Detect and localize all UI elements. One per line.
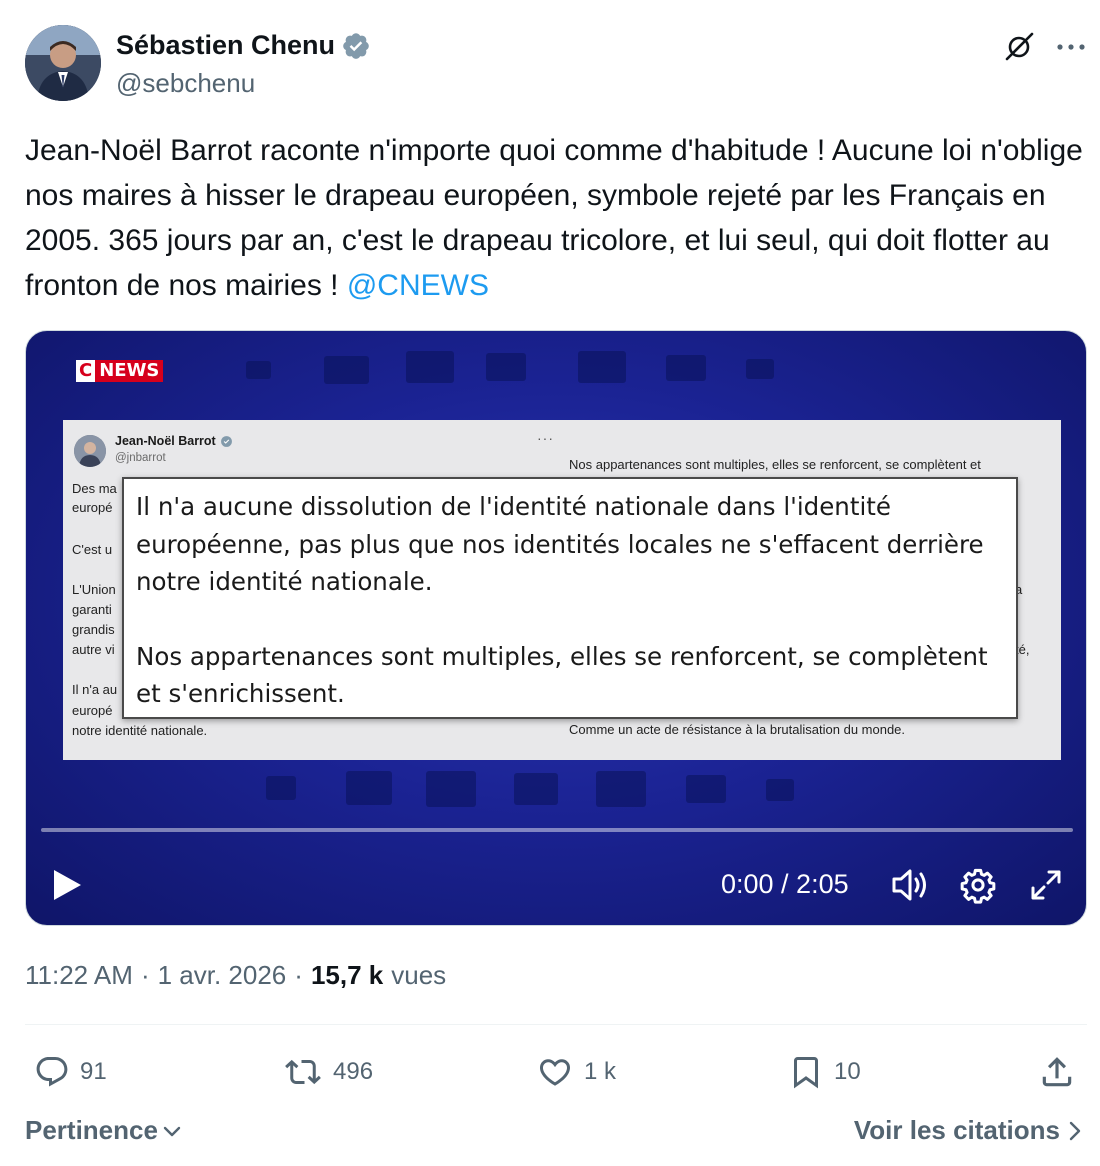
embedded-text-right-bottom: Comme un acte de résistance à la brutali… (569, 722, 906, 737)
embedded-text-fragment: notre identité nationale. (72, 723, 208, 738)
bookmark-count: 10 (834, 1058, 861, 1085)
author-avatar[interactable] (25, 25, 101, 101)
background-tile (746, 359, 774, 379)
background-tile (766, 779, 794, 801)
background-tile (246, 361, 271, 379)
background-tile (578, 351, 626, 383)
embedded-text-fragment: grandis (72, 622, 115, 637)
repost-count: 496 (333, 1058, 374, 1085)
author-name[interactable]: Sébastien Chenu (116, 30, 371, 61)
video-time: 0:00 / 2:05 (721, 869, 849, 899)
share-icon (1042, 1057, 1072, 1087)
verified-badge-icon (343, 32, 369, 59)
background-tile (486, 353, 526, 381)
repost-button[interactable]: 496 (283, 1050, 373, 1094)
views-count[interactable]: 15,7 k (311, 960, 383, 991)
sort-label: Pertinence (25, 1115, 158, 1145)
background-tile (596, 771, 646, 807)
cnews-logo-news: NEWS (95, 360, 164, 382)
background-tile (406, 351, 454, 383)
embedded-text-right-top: Nos appartenances sont multiples, elles … (569, 457, 981, 472)
embedded-text-fragment: L'Union (72, 582, 116, 597)
bookmark-button[interactable]: 10 (788, 1050, 861, 1094)
embedded-text-fragment: autre vi (72, 642, 115, 657)
repost-icon (285, 1059, 321, 1085)
divider (25, 1024, 1087, 1025)
like-count: 1 k (584, 1058, 617, 1085)
embedded-text-fragment: garanti (72, 602, 112, 617)
chevron-down-icon (163, 1126, 181, 1136)
embedded-text-fragment: europé (72, 500, 113, 515)
embedded-text-fragment: C'est u (72, 542, 113, 557)
tweet-text: Jean-Noël Barrot raconte n'importe quoi … (25, 128, 1085, 308)
cnews-logo: C NEWS (76, 360, 164, 382)
author-handle[interactable]: @sebchenu (116, 68, 255, 99)
embedded-author-name: Jean-Noël Barrot (115, 434, 233, 448)
video-progress-bar[interactable] (41, 828, 1073, 832)
background-tile (426, 771, 476, 807)
embedded-text-fragment: Des ma (72, 481, 117, 496)
tweet-time[interactable]: 11:22 AM (25, 960, 133, 991)
view-quotes-link[interactable]: Voir les citations (854, 1115, 1082, 1146)
heart-icon (539, 1059, 571, 1086)
meta-separator: · (294, 960, 303, 990)
share-button[interactable] (1038, 1050, 1076, 1094)
tweet-body: Jean-Noël Barrot raconte n'importe quoi … (25, 134, 1083, 302)
like-button[interactable]: 1 k (536, 1050, 616, 1094)
tweet-date[interactable]: 1 avr. 2026 (158, 960, 287, 991)
reply-button[interactable]: 91 (34, 1050, 107, 1094)
view-quotes-label: Voir les citations (853, 1115, 1060, 1145)
embedded-text-fragment: europé (72, 703, 113, 718)
grok-icon[interactable] (1000, 28, 1038, 66)
embedded-avatar (74, 435, 106, 467)
cnews-logo-c: C (76, 360, 96, 382)
reply-count: 91 (80, 1058, 107, 1085)
caption-paragraph-1: Il n'a aucune dissolution de l'identité … (136, 492, 984, 596)
volume-icon[interactable] (890, 866, 930, 904)
more-options-icon[interactable] (1052, 28, 1090, 66)
reply-icon (36, 1057, 68, 1087)
tweet-meta: 11:22 AM · 1 avr. 2026 · 15,7 k vues (25, 960, 446, 991)
sort-dropdown[interactable]: Pertinence (25, 1115, 182, 1146)
video-player[interactable]: C NEWS Jean-Noël Barrot @jnbarrot ··· No… (25, 330, 1087, 926)
background-tile (686, 775, 726, 803)
embedded-author-name-text: Jean-Noël Barrot (115, 434, 216, 448)
embedded-author-handle: @jnbarrot (115, 452, 166, 464)
settings-gear-icon[interactable] (959, 866, 997, 904)
embedded-more-icon: ··· (537, 430, 554, 446)
caption-paragraph-2: Nos appartenances sont multiples, elles … (136, 641, 988, 709)
author-name-text[interactable]: Sébastien Chenu (116, 30, 335, 61)
background-tile (324, 356, 369, 384)
mention-link[interactable]: @CNEWS (347, 269, 489, 302)
embedded-verified-icon (220, 435, 232, 447)
background-tile (666, 355, 706, 381)
play-icon[interactable] (51, 865, 85, 905)
bookmark-icon (794, 1057, 818, 1089)
fullscreen-expand-icon[interactable] (1027, 866, 1065, 904)
quote-caption-box: Il n'a aucune dissolution de l'identité … (122, 477, 1018, 719)
embedded-text-fragment: Il n'a au (72, 682, 118, 697)
views-label: vues (391, 960, 447, 990)
background-tile (514, 773, 558, 805)
chevron-right-icon (1069, 1121, 1081, 1140)
background-tile (266, 776, 296, 800)
meta-separator: · (140, 960, 150, 990)
background-tile (346, 771, 392, 805)
